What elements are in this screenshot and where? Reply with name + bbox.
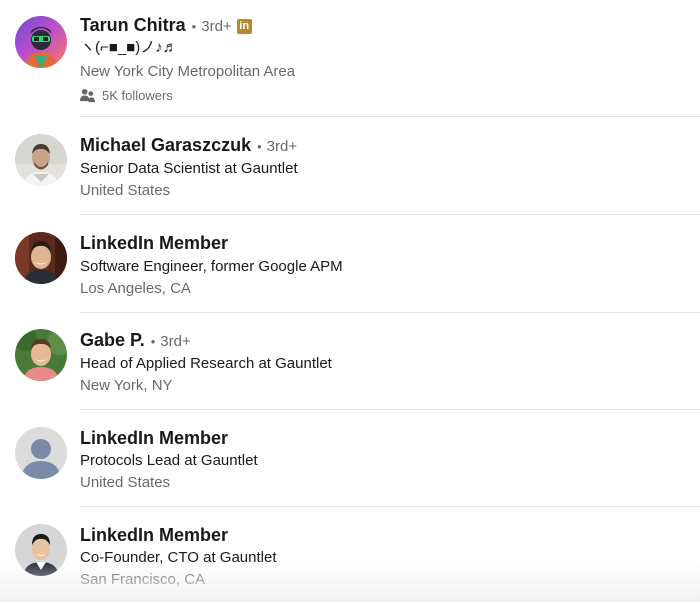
location: San Francisco, CA xyxy=(80,571,206,588)
list-item: LinkedIn Member Software Engineer, forme… xyxy=(0,215,700,313)
separator: • xyxy=(257,138,262,154)
person-name[interactable]: Tarun Chitra xyxy=(80,15,186,36)
list-item: Michael Garaszczuk • 3rd+ Senior Data Sc… xyxy=(0,117,700,215)
search-results-list: Tarun Chitra • 3rd+ in ヽ(⌐■_■)ノ♪♬ New Yo… xyxy=(0,0,700,602)
list-item: LinkedIn Member Co-Founder, CTO at Gaunt… xyxy=(0,507,700,602)
person-name[interactable]: LinkedIn Member xyxy=(80,525,228,546)
followers-count: 5K followers xyxy=(80,86,173,104)
headline: ヽ(⌐■_■)ノ♪♬ xyxy=(80,39,178,56)
followers-label: 5K followers xyxy=(102,87,173,103)
connection-degree: 3rd+ xyxy=(266,137,298,155)
location: New York City Metropolitan Area xyxy=(80,63,296,80)
headline: Protocols Lead at Gauntlet xyxy=(80,452,258,469)
headline: Head of Applied Research at Gauntlet xyxy=(80,355,332,372)
separator: • xyxy=(150,333,156,349)
headline: Co-Founder, CTO at Gauntlet xyxy=(80,549,277,566)
connection-degree: 3rd+ xyxy=(160,332,191,350)
location: Los Angeles, CA xyxy=(80,280,191,297)
avatar-photo-icon[interactable] xyxy=(15,134,67,186)
location: United States xyxy=(80,474,171,491)
avatar-photo-icon[interactable] xyxy=(15,329,67,381)
person-name[interactable]: LinkedIn Member xyxy=(80,428,228,449)
headline: Software Engineer, former Google APM xyxy=(80,258,343,275)
person-name[interactable]: Michael Garaszczuk xyxy=(80,135,251,156)
list-item: LinkedIn Member Protocols Lead at Gauntl… xyxy=(0,410,700,507)
default-avatar-icon[interactable] xyxy=(15,427,67,479)
headline: Senior Data Scientist at Gauntlet xyxy=(80,160,298,177)
connection-degree: 3rd+ xyxy=(201,17,232,35)
list-item: Gabe P. • 3rd+ Head of Applied Research … xyxy=(0,312,700,410)
list-item: Tarun Chitra • 3rd+ in ヽ(⌐■_■)ノ♪♬ New Yo… xyxy=(0,0,700,117)
separator: • xyxy=(191,18,197,34)
people-icon xyxy=(80,88,95,102)
avatar-cartoon-icon[interactable] xyxy=(15,16,67,68)
avatar-photo-icon[interactable] xyxy=(15,232,67,284)
premium-badge-icon: in xyxy=(236,18,252,34)
avatar-photo-icon[interactable] xyxy=(15,524,67,576)
person-name[interactable]: LinkedIn Member xyxy=(80,233,228,254)
person-name[interactable]: Gabe P. xyxy=(80,330,145,351)
location: United States xyxy=(80,182,171,199)
location: New York, NY xyxy=(80,377,173,394)
